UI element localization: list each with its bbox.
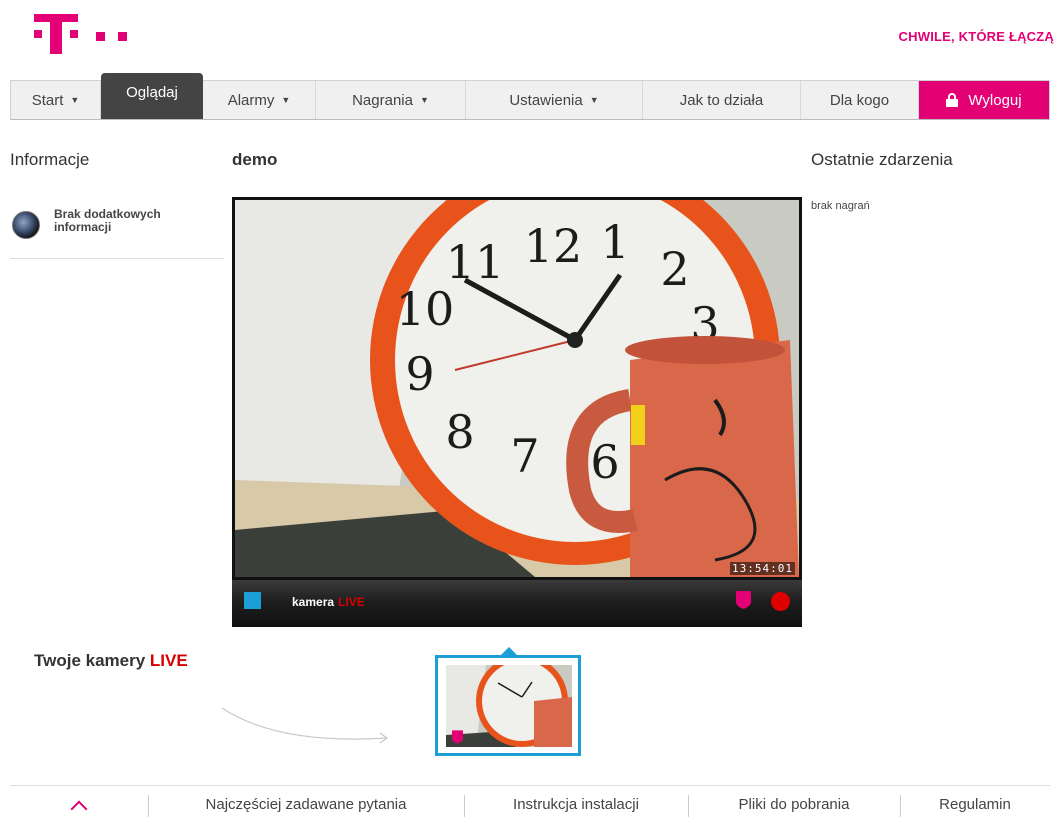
nav-ogladaj[interactable]: Oglądaj bbox=[101, 73, 203, 119]
record-icon[interactable] bbox=[771, 592, 790, 611]
video-timestamp: 13:54:01 bbox=[730, 562, 795, 575]
camera-name: kamera bbox=[292, 595, 335, 609]
clock-numeral: 7 bbox=[510, 429, 539, 483]
info-text: Brak dodatkowych informacji bbox=[54, 207, 161, 234]
logout-button[interactable]: Wyloguj bbox=[919, 81, 1049, 119]
clock-numeral: 1 bbox=[600, 215, 629, 269]
info-item: Brak dodatkowych informacji bbox=[10, 205, 224, 259]
nav-dla-kogo-label: Dla kogo bbox=[829, 91, 890, 109]
clock-numeral: 10 bbox=[396, 282, 455, 336]
footer-downloads-link[interactable]: Pliki do pobrania bbox=[688, 786, 900, 823]
nav-dla-kogo[interactable]: Dla kogo bbox=[801, 81, 919, 119]
shield-icon[interactable] bbox=[736, 591, 751, 609]
nav-start-label: Start bbox=[31, 91, 64, 109]
clock-numeral: 6 bbox=[590, 435, 619, 489]
your-cameras-label: Twoje kamery bbox=[34, 651, 146, 670]
chevron-down-icon: ▼ bbox=[281, 95, 291, 105]
camera-label: kamera LIVE bbox=[292, 595, 365, 609]
curved-arrow-icon bbox=[221, 707, 389, 744]
logout-label: Wyloguj bbox=[968, 91, 1022, 109]
live-label: LIVE bbox=[338, 595, 365, 609]
shield-icon bbox=[452, 730, 463, 744]
clock-numeral: 12 bbox=[524, 219, 583, 273]
main-nav: Start ▼ Oglądaj Alarmy ▼ Nagrania ▼ Ustawie… bbox=[10, 73, 1050, 120]
thumbnail-pointer bbox=[501, 647, 517, 655]
chevron-down-icon: ▼ bbox=[419, 95, 429, 105]
chevron-down-icon: ▼ bbox=[70, 95, 80, 105]
live-video-frame: 12 11 1 2 3 10 9 8 7 6 13:54:01 bbox=[235, 200, 799, 577]
nav-nagrania-label: Nagrania bbox=[352, 91, 413, 109]
footer-nav: Najczęściej zadawane pytania Instrukcja … bbox=[10, 785, 1050, 823]
stop-icon[interactable] bbox=[244, 592, 261, 609]
camera-title: demo bbox=[232, 150, 278, 169]
info-title: Informacje bbox=[10, 150, 90, 169]
chevron-up-icon bbox=[70, 800, 88, 817]
nav-jak-to-dziala[interactable]: Jak to działa bbox=[643, 81, 801, 119]
video-controls: kamera LIVE bbox=[232, 580, 802, 627]
nav-alarmy[interactable]: Alarmy ▼ bbox=[203, 81, 316, 119]
footer-install-link[interactable]: Instrukcja instalacji bbox=[464, 786, 688, 823]
lock-icon bbox=[946, 93, 959, 107]
nav-ustawienia[interactable]: Ustawienia ▼ bbox=[466, 81, 643, 119]
nav-start[interactable]: Start ▼ bbox=[11, 81, 101, 119]
video-player[interactable]: 12 11 1 2 3 10 9 8 7 6 13:54:01 kamera L… bbox=[232, 197, 802, 627]
nav-jak-to-dziala-label: Jak to działa bbox=[679, 91, 764, 109]
nav-ogladaj-label: Oglądaj bbox=[126, 84, 178, 101]
back-to-top-button[interactable] bbox=[10, 786, 148, 823]
nav-ustawienia-label: Ustawienia bbox=[509, 91, 583, 109]
clock-numeral: 2 bbox=[660, 242, 689, 296]
events-empty: brak nagrań bbox=[811, 200, 870, 212]
camera-lens-icon bbox=[12, 211, 40, 239]
clock-scene-image: 12 11 1 2 3 10 9 8 7 6 bbox=[235, 200, 799, 577]
your-cameras-title: Twoje kamery LIVE bbox=[34, 651, 188, 671]
clock-numeral: 9 bbox=[405, 347, 434, 401]
your-cameras-live: LIVE bbox=[149, 651, 188, 670]
nav-nagrania[interactable]: Nagrania ▼ bbox=[316, 81, 466, 119]
chevron-down-icon: ▼ bbox=[589, 95, 599, 105]
slogan: CHWILE, KTÓRE ŁĄCZĄ bbox=[898, 29, 1054, 44]
telekom-logo[interactable] bbox=[34, 12, 134, 56]
camera-thumbnail[interactable] bbox=[435, 655, 581, 756]
footer-faq-link[interactable]: Najczęściej zadawane pytania bbox=[148, 786, 464, 823]
clock-numeral: 8 bbox=[445, 405, 474, 459]
camera-thumbnail-image bbox=[446, 665, 572, 747]
nav-alarmy-label: Alarmy bbox=[227, 91, 275, 109]
clock-numeral: 11 bbox=[446, 235, 505, 289]
events-title: Ostatnie zdarzenia bbox=[811, 150, 953, 169]
footer-terms-link[interactable]: Regulamin bbox=[900, 786, 1050, 823]
